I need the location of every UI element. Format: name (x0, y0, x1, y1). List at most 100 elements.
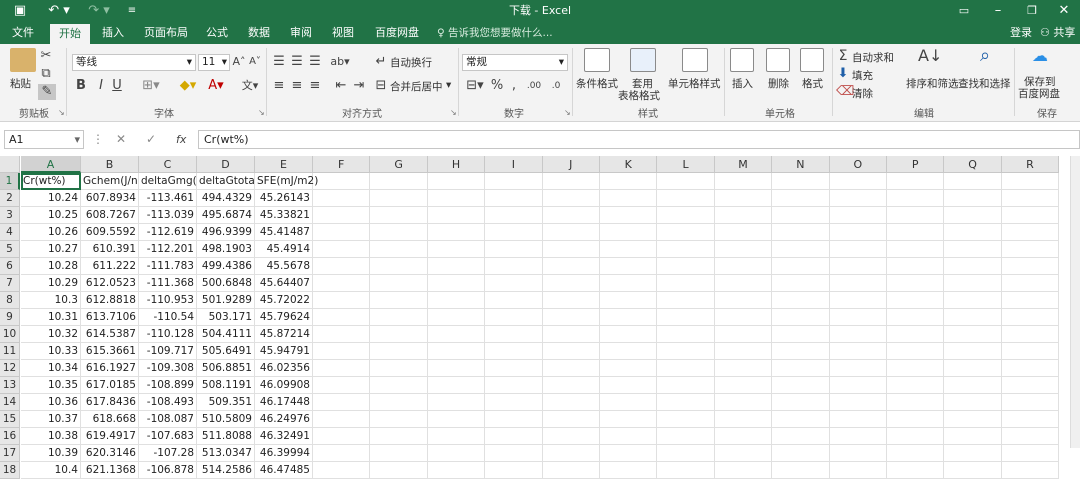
cell[interactable] (772, 173, 830, 190)
tab-page-layout[interactable]: 页面布局 (140, 22, 192, 44)
cell[interactable] (370, 292, 428, 309)
cell[interactable] (1001, 173, 1060, 190)
cell[interactable] (485, 258, 543, 275)
cell[interactable] (829, 190, 887, 207)
row-header[interactable]: 4 (0, 224, 20, 241)
cell[interactable] (485, 224, 543, 241)
name-box[interactable]: A1 ▾ (4, 130, 84, 149)
cell[interactable] (657, 190, 715, 207)
align-center-icon[interactable]: ≡ (290, 78, 304, 94)
cell[interactable] (427, 428, 486, 445)
cell[interactable] (427, 377, 486, 394)
cell[interactable] (600, 411, 658, 428)
cell[interactable]: 10.28 (21, 258, 81, 275)
row-header[interactable]: 8 (0, 292, 20, 309)
align-middle-icon[interactable]: ☰ (290, 54, 304, 70)
cell[interactable] (542, 377, 600, 394)
column-header-r[interactable]: R (1001, 156, 1060, 173)
cell[interactable] (1001, 292, 1060, 309)
cell[interactable] (772, 326, 830, 343)
cell[interactable]: 611.222 (81, 258, 139, 275)
cell[interactable]: 10.29 (21, 275, 81, 292)
cell[interactable] (427, 326, 486, 343)
cell[interactable] (657, 377, 715, 394)
copy-icon[interactable]: ⧉ (38, 66, 54, 82)
cell[interactable]: 10.27 (21, 241, 81, 258)
cell[interactable]: 495.6874 (197, 207, 255, 224)
cell[interactable] (772, 275, 830, 292)
cell[interactable] (887, 309, 945, 326)
cell[interactable] (370, 258, 428, 275)
cell[interactable]: -113.039 (139, 207, 197, 224)
insert-cells-icon[interactable] (730, 48, 754, 72)
cell[interactable]: 508.1191 (197, 377, 255, 394)
cell[interactable] (485, 462, 543, 479)
cell[interactable] (887, 411, 945, 428)
undo-icon[interactable]: ↶ ▾ (44, 0, 74, 22)
decrease-font-size-icon[interactable]: A˅ (248, 54, 262, 70)
phonetic-guide-icon[interactable]: 文▾ (240, 78, 260, 94)
customize-quick-access-icon[interactable]: ≡ (124, 0, 140, 22)
cell[interactable] (772, 309, 830, 326)
cell[interactable] (714, 377, 773, 394)
cell[interactable]: 46.32491 (255, 428, 313, 445)
cell[interactable] (772, 292, 830, 309)
decrease-decimal-icon[interactable]: .0 (546, 78, 566, 94)
cell[interactable] (772, 207, 830, 224)
cell[interactable]: 619.4917 (81, 428, 139, 445)
cell[interactable] (600, 224, 658, 241)
align-right-icon[interactable]: ≡ (308, 78, 322, 94)
cell[interactable] (714, 292, 773, 309)
cell[interactable] (944, 173, 1002, 190)
cell[interactable] (600, 207, 658, 224)
chevron-down-icon[interactable]: ▾ (446, 79, 451, 91)
format-as-table-icon[interactable] (630, 48, 656, 72)
cell[interactable]: 46.24976 (255, 411, 313, 428)
cell[interactable] (944, 224, 1002, 241)
cell[interactable] (829, 428, 887, 445)
cell[interactable] (657, 241, 715, 258)
cell-styles-button[interactable]: 单元格样式 (668, 76, 721, 91)
row-header[interactable]: 15 (0, 411, 20, 428)
cell[interactable] (1001, 207, 1060, 224)
column-header-g[interactable]: G (370, 156, 428, 173)
cell[interactable] (657, 207, 715, 224)
cell[interactable] (887, 377, 945, 394)
cell[interactable]: -113.461 (139, 190, 197, 207)
cell[interactable] (313, 224, 371, 241)
cell[interactable] (542, 343, 600, 360)
cell[interactable]: 608.7267 (81, 207, 139, 224)
row-header[interactable]: 6 (0, 258, 20, 275)
cell[interactable]: 10.34 (21, 360, 81, 377)
cell[interactable]: 46.09908 (255, 377, 313, 394)
cell[interactable] (427, 343, 486, 360)
cell[interactable] (313, 258, 371, 275)
cell[interactable] (313, 343, 371, 360)
cell[interactable]: 609.5592 (81, 224, 139, 241)
cell[interactable] (887, 292, 945, 309)
cell[interactable] (944, 394, 1002, 411)
clipboard-launcher-icon[interactable]: ↘ (58, 108, 65, 117)
cell[interactable] (485, 360, 543, 377)
cell[interactable]: 45.26143 (255, 190, 313, 207)
cell[interactable] (1001, 224, 1060, 241)
cell[interactable] (714, 309, 773, 326)
cell[interactable] (542, 190, 600, 207)
sort-filter-button[interactable]: 排序和筛选 (906, 76, 959, 91)
cell[interactable] (772, 377, 830, 394)
format-cells-icon[interactable] (800, 48, 824, 72)
cell[interactable] (313, 462, 371, 479)
cell[interactable] (829, 360, 887, 377)
alignment-launcher-icon[interactable]: ↘ (450, 108, 457, 117)
cell[interactable] (313, 190, 371, 207)
cell[interactable]: 10.3 (21, 292, 81, 309)
cell[interactable]: 615.3661 (81, 343, 139, 360)
cell[interactable] (313, 309, 371, 326)
cell[interactable] (657, 462, 715, 479)
cell[interactable] (427, 241, 486, 258)
cell[interactable] (313, 394, 371, 411)
cell[interactable]: -110.953 (139, 292, 197, 309)
paste-button[interactable]: 粘贴 (10, 76, 31, 91)
cancel-icon[interactable]: ✕ (116, 130, 126, 149)
cell[interactable]: 509.351 (197, 394, 255, 411)
